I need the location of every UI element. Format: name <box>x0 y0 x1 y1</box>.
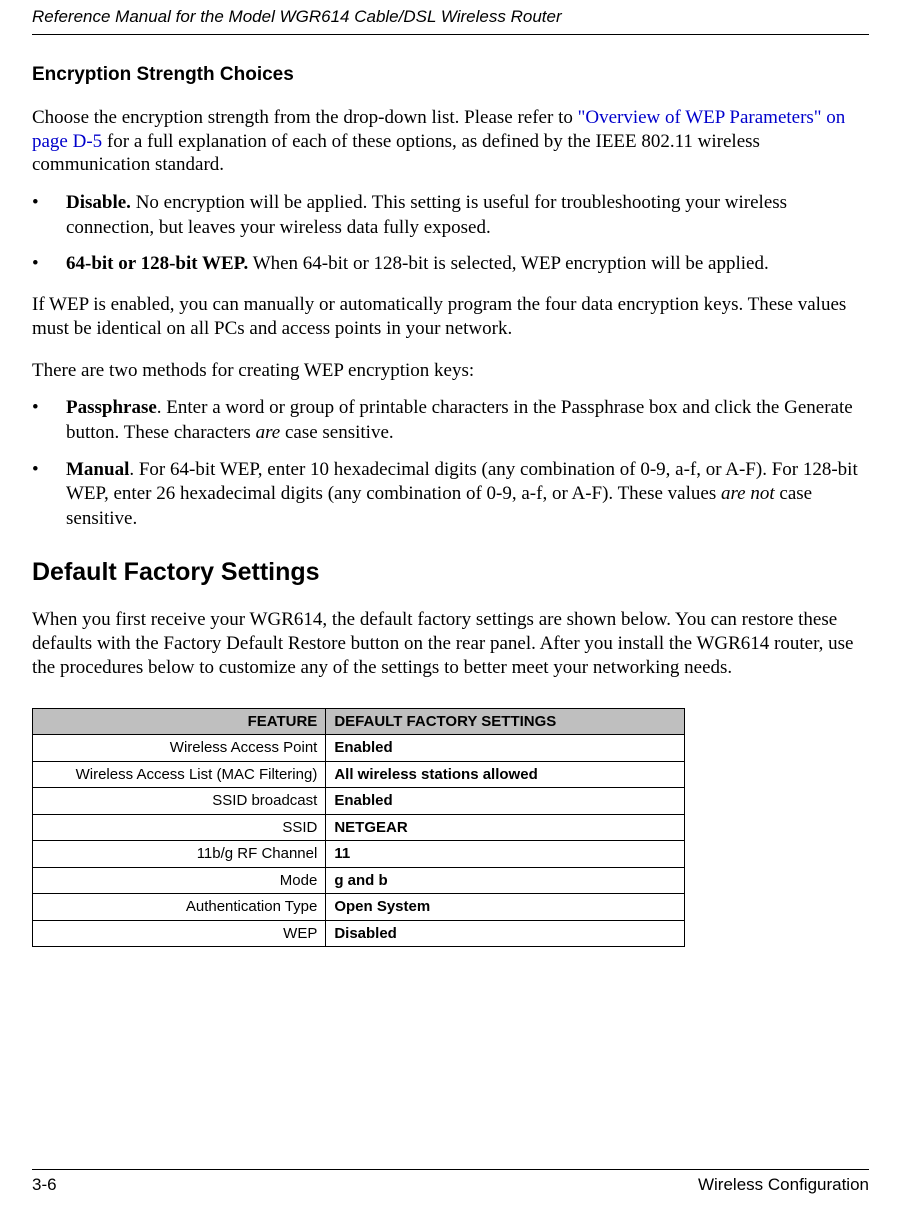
cell-value: Enabled <box>326 735 685 762</box>
paragraph-two-methods: There are two methods for creating WEP e… <box>32 359 869 383</box>
bullet-marker: • <box>32 252 66 277</box>
list-item: • 64-bit or 128-bit WEP. When 64-bit or … <box>32 252 869 277</box>
bullet-lead: Manual <box>66 459 129 480</box>
intro-pre: Choose the encryption strength from the … <box>32 107 578 128</box>
footer-section-name: Wireless Configuration <box>698 1174 869 1196</box>
cell-feature: Authentication Type <box>33 894 326 921</box>
cell-feature: WEP <box>33 920 326 947</box>
table-row: Wireless Access PointEnabled <box>33 735 685 762</box>
bullet-marker: • <box>32 191 66 240</box>
bullet-tail: case sensitive. <box>280 422 393 443</box>
cell-feature: Mode <box>33 867 326 894</box>
bullet-rest: No encryption will be applied. This sett… <box>66 192 787 238</box>
list-item-body: Manual. For 64-bit WEP, enter 10 hexadec… <box>66 458 869 532</box>
table-row: Wireless Access List (MAC Filtering)All … <box>33 761 685 788</box>
page-number: 3-6 <box>32 1174 57 1196</box>
page-footer: 3-6 Wireless Configuration <box>32 1169 869 1196</box>
cell-feature: SSID broadcast <box>33 788 326 815</box>
cell-value: g and b <box>326 867 685 894</box>
list-item-body: Disable. No encryption will be applied. … <box>66 191 869 240</box>
section-intro-paragraph: When you first receive your WGR614, the … <box>32 608 869 679</box>
list-item: • Manual. For 64-bit WEP, enter 10 hexad… <box>32 458 869 532</box>
list-item-body: Passphrase. Enter a word or group of pri… <box>66 396 869 445</box>
bullet-italic: are <box>256 422 281 443</box>
table-header-row: FEATURE DEFAULT FACTORY SETTINGS <box>33 708 685 735</box>
cell-value: Enabled <box>326 788 685 815</box>
bullet-marker: • <box>32 396 66 445</box>
cell-feature: Wireless Access Point <box>33 735 326 762</box>
cell-feature: SSID <box>33 814 326 841</box>
bullet-rest: When 64-bit or 128-bit is selected, WEP … <box>248 253 768 274</box>
list-item: • Disable. No encryption will be applied… <box>32 191 869 240</box>
doc-header-title: Reference Manual for the Model WGR614 Ca… <box>32 0 869 35</box>
cell-value: Disabled <box>326 920 685 947</box>
list-item: • Passphrase. Enter a word or group of p… <box>32 396 869 445</box>
cell-feature: Wireless Access List (MAC Filtering) <box>33 761 326 788</box>
paragraph-wep-enabled: If WEP is enabled, you can manually or a… <box>32 293 869 341</box>
bullet-lead: 64-bit or 128-bit WEP. <box>66 253 248 274</box>
table-row: Modeg and b <box>33 867 685 894</box>
list-item-body: 64-bit or 128-bit WEP. When 64-bit or 12… <box>66 252 869 277</box>
bullet-lead: Disable. <box>66 192 131 213</box>
factory-settings-table: FEATURE DEFAULT FACTORY SETTINGS Wireles… <box>32 708 685 948</box>
bullet-italic: are not <box>721 483 775 504</box>
bullet-lead: Passphrase <box>66 397 157 418</box>
bullet-list-2: • Passphrase. Enter a word or group of p… <box>32 396 869 531</box>
cell-value: Open System <box>326 894 685 921</box>
bullet-mid: . Enter a word or group of printable cha… <box>66 397 853 443</box>
col-header-feature: FEATURE <box>33 708 326 735</box>
bullet-marker: • <box>32 458 66 532</box>
cell-value: All wireless stations allowed <box>326 761 685 788</box>
table-row: Authentication TypeOpen System <box>33 894 685 921</box>
cell-value: NETGEAR <box>326 814 685 841</box>
cell-value: 11 <box>326 841 685 868</box>
intro-post: for a full explanation of each of these … <box>32 131 760 176</box>
table-row: 11b/g RF Channel11 <box>33 841 685 868</box>
section-heading-default-factory: Default Factory Settings <box>32 556 869 589</box>
table-row: SSIDNETGEAR <box>33 814 685 841</box>
cell-feature: 11b/g RF Channel <box>33 841 326 868</box>
intro-paragraph: Choose the encryption strength from the … <box>32 106 869 177</box>
table-row: WEPDisabled <box>33 920 685 947</box>
bullet-list-1: • Disable. No encryption will be applied… <box>32 191 869 277</box>
col-header-default: DEFAULT FACTORY SETTINGS <box>326 708 685 735</box>
subheading-encryption: Encryption Strength Choices <box>32 63 869 88</box>
table-row: SSID broadcastEnabled <box>33 788 685 815</box>
